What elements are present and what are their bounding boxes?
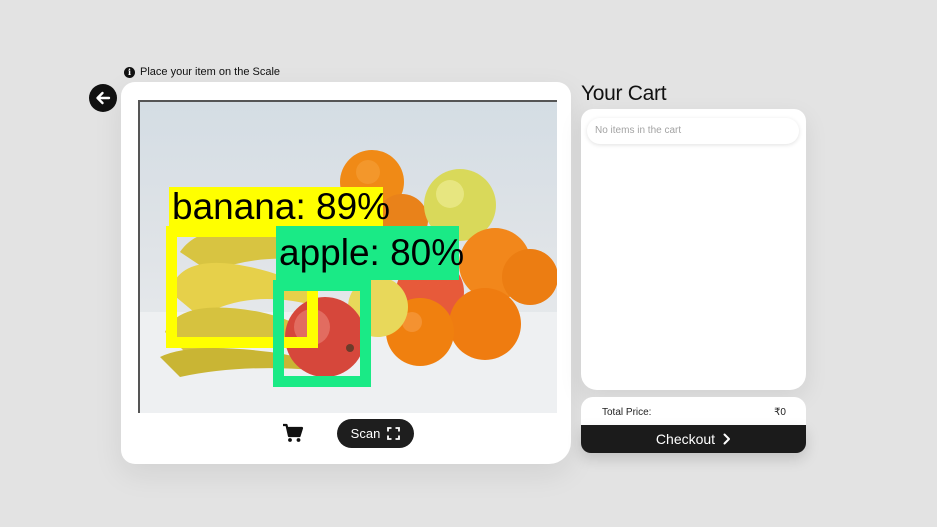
scale-hint-text: Place your item on the Scale	[140, 66, 281, 78]
camera-feed: banana: 89% apple: 80%	[138, 100, 557, 413]
total-price-label: Total Price:	[602, 406, 652, 418]
checkout-button-label: Checkout	[655, 431, 716, 447]
scan-button[interactable]: Scan	[337, 419, 414, 448]
apple-detection-box	[273, 280, 371, 387]
shopping-cart-icon	[283, 423, 304, 442]
cart-button[interactable]	[282, 423, 304, 443]
apple-detection-label: apple: 80%	[276, 226, 464, 280]
info-icon: i	[124, 66, 135, 78]
cart-empty-message: No items in the cart	[587, 118, 799, 144]
chevron-right-icon	[723, 433, 731, 445]
scan-frame-icon	[387, 427, 401, 440]
arrow-left-icon	[96, 91, 111, 105]
scale-hint: i Place your item on the Scale	[124, 66, 280, 78]
back-button[interactable]	[89, 84, 117, 112]
banana-detection-label: banana: 89%	[169, 187, 390, 228]
checkout-button[interactable]: Checkout	[581, 425, 806, 453]
total-price-row: Total Price: ₹0	[581, 397, 806, 427]
total-price-value: ₹0	[774, 406, 786, 418]
scan-button-label: Scan	[350, 426, 381, 441]
cart-items-panel: No items in the cart	[581, 109, 806, 390]
cart-title: Your Cart	[581, 82, 667, 105]
